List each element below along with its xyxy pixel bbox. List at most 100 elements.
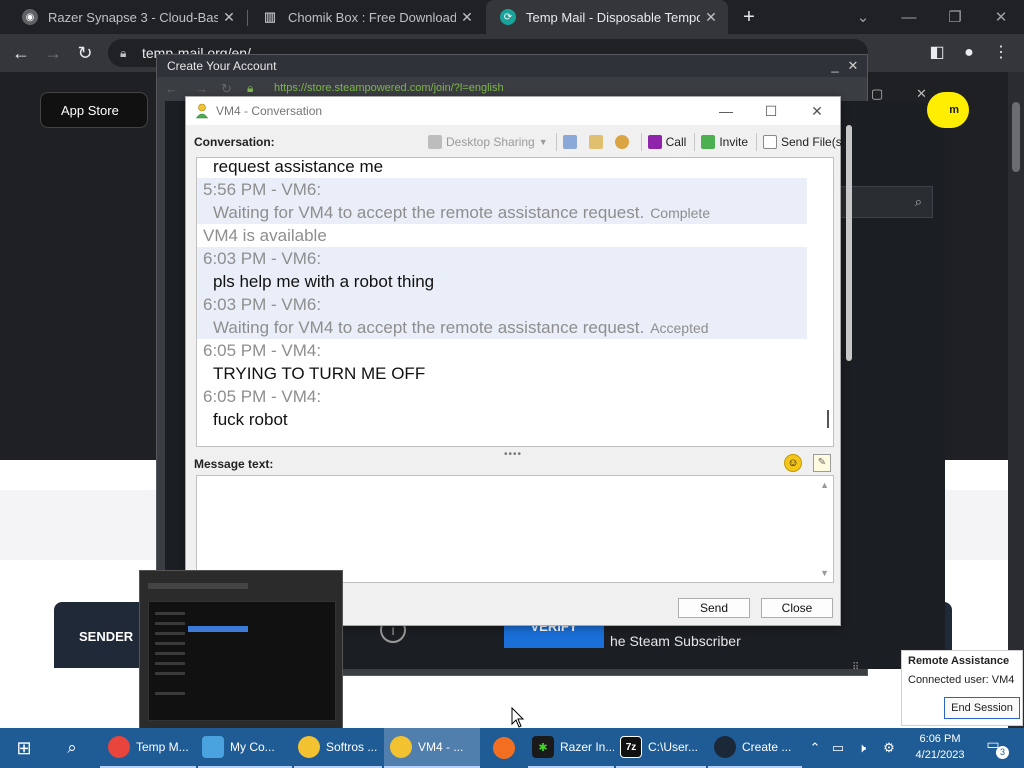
close-icon[interactable]: ✕ <box>805 101 829 121</box>
games-button[interactable] <box>614 135 633 149</box>
log-text: TRYING TO TURN ME OFF <box>213 364 426 383</box>
close-icon[interactable]: ✕ <box>845 55 861 77</box>
new-tab-button[interactable]: + <box>736 4 762 30</box>
preview-selection <box>188 626 248 632</box>
chevron-up-icon[interactable]: ⌃ <box>806 728 824 768</box>
minimize-icon[interactable]: — <box>886 0 932 34</box>
smiley-icon[interactable]: ☺ <box>784 454 802 472</box>
back-icon[interactable]: ← <box>8 40 34 66</box>
desktop-sharing-icon <box>428 135 442 149</box>
format-icon[interactable]: ✎ <box>813 454 831 472</box>
close-icon[interactable]: ✕ <box>916 86 927 102</box>
conversation-log[interactable]: request assistance me 5:56 PM - VM6: Wai… <box>196 157 834 447</box>
log-text: request assistance me <box>213 157 384 176</box>
splitter-handle-icon[interactable]: •••• <box>504 449 522 460</box>
scroll-up-icon[interactable]: ▲ <box>820 480 829 490</box>
search-icon[interactable]: ⌕ <box>50 728 94 768</box>
scroll-down-icon[interactable]: ▼ <box>820 568 829 578</box>
log-system-text: VM4 is available <box>203 226 327 245</box>
globe-icon: ◉ <box>22 9 38 25</box>
close-button[interactable]: Close <box>761 598 833 618</box>
minimize-icon[interactable]: — <box>714 101 738 121</box>
taskbar-item-brave[interactable] <box>482 728 526 768</box>
page-scrollbar[interactable] <box>1008 72 1024 730</box>
taskbar-item-razer[interactable]: ✱ Razer In... <box>528 728 614 768</box>
tab-chomik-box[interactable]: ▥ Chomik Box : Free Download, Bo ✕ <box>248 0 484 34</box>
conversation-scrollbar[interactable] <box>846 125 854 361</box>
menu-icon[interactable]: ⋮ <box>988 40 1014 66</box>
taskbar-item-chrome[interactable]: Temp M... <box>100 728 196 768</box>
call-label: Call <box>665 135 687 149</box>
taskbar-label: VM4 - ... <box>418 740 464 754</box>
close-window-icon[interactable]: ✕ <box>978 0 1024 34</box>
settings-gear-icon[interactable]: ⚙ <box>878 728 900 768</box>
message-text-label: Message text: <box>194 457 274 471</box>
razer-icon: ✱ <box>532 736 554 758</box>
history-button[interactable] <box>562 135 581 149</box>
notification-icon[interactable]: ▭ 3 <box>982 736 1009 759</box>
taskbar-item-7zip[interactable]: 7z C:\User... <box>616 728 706 768</box>
taskbar-item-steam[interactable]: Create ... <box>708 728 802 768</box>
scroll-thumb[interactable] <box>846 125 852 361</box>
network-icon[interactable]: ▭ <box>828 728 848 768</box>
back-icon[interactable]: ← <box>165 81 178 96</box>
forward-icon[interactable]: → <box>195 81 208 96</box>
log-status-tag: Complete <box>650 205 711 221</box>
remote-assistance-title: Remote Assistance <box>908 655 1010 667</box>
steam-window-title: Create Your Account <box>167 59 277 73</box>
log-status-tag: Accepted <box>650 320 709 336</box>
invite-button[interactable]: Invite <box>701 135 748 149</box>
resize-grip-icon[interactable]: ⠿ <box>852 662 859 673</box>
reload-icon[interactable]: ↻ <box>72 40 98 66</box>
taskbar-thumbnail-preview[interactable] <box>139 570 343 730</box>
yellow-badge[interactable]: m <box>927 92 969 128</box>
sidebar-icon[interactable]: ◧ <box>924 40 950 66</box>
message-input[interactable]: ▲ ▼ <box>196 475 834 583</box>
forward-icon[interactable]: → <box>40 40 66 66</box>
preview-line <box>155 612 185 615</box>
volume-icon[interactable]: 🕨︎ <box>852 728 872 768</box>
taskbar-clock[interactable]: 6:06 PM 4/21/2023 <box>902 731 978 763</box>
tab-razer-synapse[interactable]: ◉ Razer Synapse 3 - Cloud-Based H ✕ <box>8 0 246 34</box>
taskbar-item-explorer[interactable]: My Co... <box>198 728 292 768</box>
tab-search-icon[interactable]: ⌄ <box>840 0 886 34</box>
lock-icon: 🔒︎ <box>120 46 127 60</box>
invite-icon <box>701 135 716 149</box>
temp-mail-icon: ⟳ <box>500 9 516 25</box>
log-text: fuck robot <box>213 410 288 429</box>
notes-button[interactable] <box>588 135 607 149</box>
desktop-sharing-button[interactable]: Desktop Sharing ▼ <box>428 135 548 149</box>
chevron-down-icon: ▼ <box>538 137 548 147</box>
maximize-icon[interactable]: ☐ <box>759 101 783 121</box>
end-session-button[interactable]: End Session <box>944 697 1020 719</box>
log-scroll-indicator[interactable] <box>827 410 829 428</box>
log-text: pls help me with a robot thing <box>213 272 435 291</box>
call-button[interactable]: Call <box>647 135 687 149</box>
minimize-icon[interactable]: _ <box>827 55 843 77</box>
send-button[interactable]: Send <box>678 598 750 618</box>
tab-title: Razer Synapse 3 - Cloud-Based H <box>48 9 218 25</box>
cookie-icon <box>614 135 629 149</box>
preview-window <box>148 601 336 721</box>
tab-close-icon[interactable]: ✕ <box>700 9 722 26</box>
log-line: Waiting for VM4 to accept the remote ass… <box>197 201 807 224</box>
taskbar-item-vm4[interactable]: VM4 - ... <box>384 728 480 768</box>
scroll-thumb[interactable] <box>1012 102 1020 172</box>
app-store-button[interactable]: App Store <box>40 92 148 128</box>
windows-start-icon[interactable]: ⊞ <box>0 728 48 768</box>
tab-close-icon[interactable]: ✕ <box>218 9 240 26</box>
tab-close-icon[interactable]: ✕ <box>456 9 478 26</box>
tab-temp-mail[interactable]: ⟳ Temp Mail - Disposable Tempora ✕ <box>486 0 728 34</box>
reload-icon[interactable]: ↻ <box>221 81 232 97</box>
send-file-icon <box>763 135 777 149</box>
log-line: Waiting for VM4 to accept the remote ass… <box>197 316 807 339</box>
restore-icon[interactable]: ▢ <box>871 86 883 102</box>
profile-icon[interactable]: ● <box>956 40 982 66</box>
taskbar-label: Softros ... <box>326 740 378 754</box>
log-line: 6:03 PM - VM6: <box>197 247 807 270</box>
send-files-button[interactable]: Send File(s) <box>763 135 846 149</box>
restore-icon[interactable]: ❐ <box>932 0 978 34</box>
log-line: TRYING TO TURN ME OFF <box>197 362 807 385</box>
taskbar-item-softros[interactable]: Softros ... <box>294 728 382 768</box>
log-system-text: Waiting for VM4 to accept the remote ass… <box>213 203 645 222</box>
